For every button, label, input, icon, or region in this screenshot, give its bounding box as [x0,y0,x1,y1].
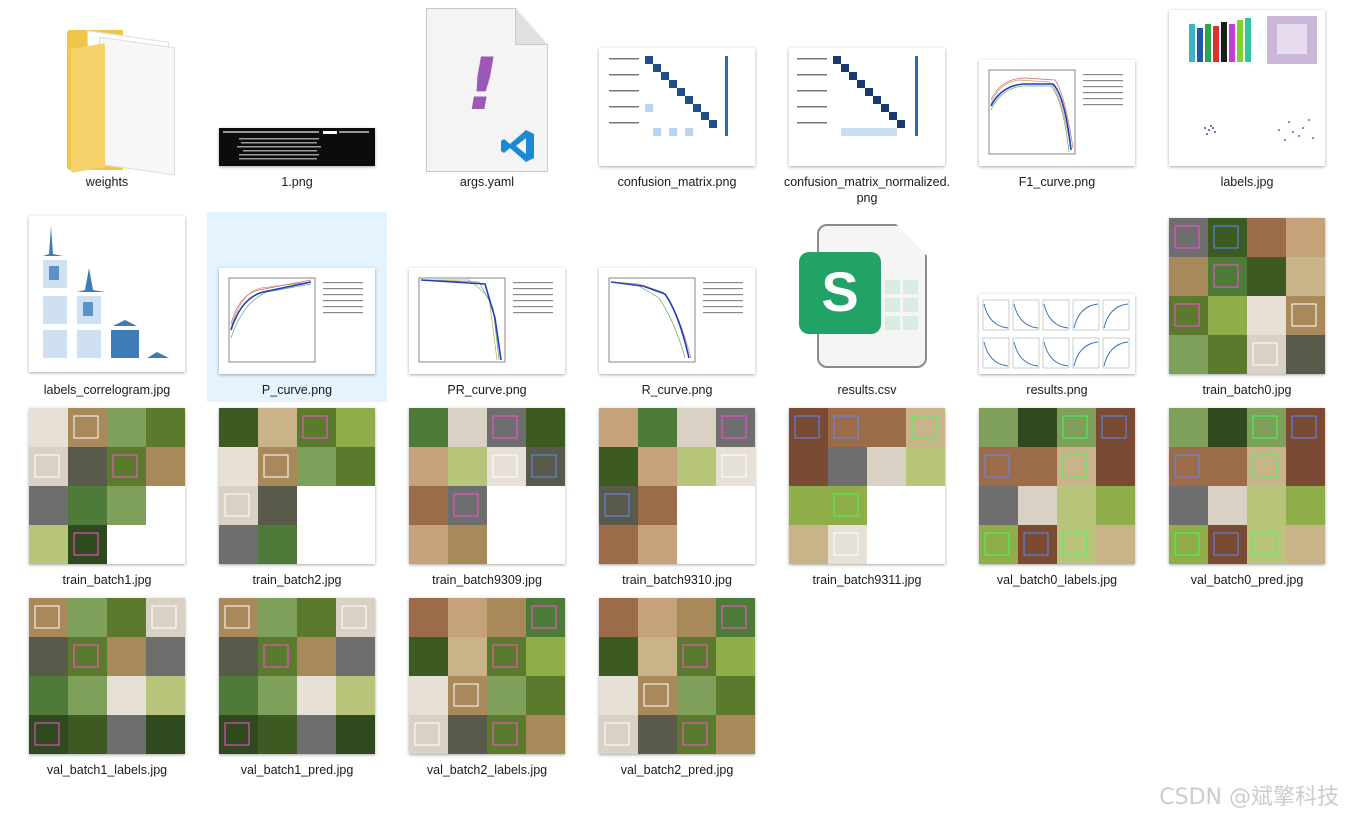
mosaic-thumbnail [1169,218,1325,374]
file-item-p-curve[interactable]: P_curve.png [207,212,387,402]
mosaic-thumbnail [1169,408,1325,564]
file-item-r-curve[interactable]: R_curve.png [587,212,767,402]
file-name: train_batch9311.jpg [812,573,922,587]
mosaic-thumbnail [599,408,755,564]
file-item-val-batch1-labels[interactable]: val_batch1_labels.jpg [17,592,197,782]
file-item-train-batch2[interactable]: train_batch2.jpg [207,402,387,592]
spreadsheet-file-icon: S [799,224,929,368]
file-name: args.yaml [459,175,515,189]
file-item-results-png[interactable]: results.png [967,212,1147,402]
file-item-train-batch1[interactable]: train_batch1.jpg [17,402,197,592]
file-item-f1-curve[interactable]: F1_curve.png [967,4,1147,194]
results-thumbnail [979,294,1135,374]
labels-correlogram-thumbnail [29,216,185,372]
mosaic-thumbnail [219,598,375,754]
file-item-val-batch1-pred[interactable]: val_batch1_pred.jpg [207,592,387,782]
file-item-pr-curve[interactable]: PR_curve.png [397,212,577,402]
file-name: weights [85,175,129,189]
file-item-confusion-matrix-normalized[interactable]: confusion_matrix_normalized.png [777,4,957,205]
folder-icon [65,22,177,176]
file-name: PR_curve.png [447,383,527,397]
p-curve-thumbnail [219,268,375,374]
mosaic-thumbnail [979,408,1135,564]
file-item-confusion-matrix[interactable]: confusion_matrix.png [587,4,767,194]
file-item-val-batch0-pred[interactable]: val_batch0_pred.jpg [1157,402,1337,592]
confusion-matrix-normalized-thumbnail [789,48,945,166]
pr-curve-thumbnail [409,268,565,374]
file-name: F1_curve.png [1018,175,1096,189]
file-name: train_batch0.jpg [1202,383,1292,397]
file-name: confusion_matrix.png [617,175,737,189]
mosaic-thumbnail [599,598,755,754]
file-name: val_batch2_pred.jpg [620,763,734,777]
r-curve-thumbnail [599,268,755,374]
watermark: CSDN @斌擎科技 [1159,785,1339,810]
file-item-labels-correlogram[interactable]: labels_correlogram.jpg [17,212,197,402]
mosaic-thumbnail [29,598,185,754]
file-name: val_batch2_labels.jpg [426,763,548,777]
file-name: val_batch1_pred.jpg [240,763,354,777]
file-name: confusion_matrix_normalized.png [783,175,951,205]
mosaic-thumbnail [219,408,375,564]
mosaic-thumbnail [409,598,565,754]
file-name: train_batch9310.jpg [622,573,732,587]
file-item-val-batch2-pred[interactable]: val_batch2_pred.jpg [587,592,767,782]
file-item-weights[interactable]: weights [17,4,197,194]
file-name: labels.jpg [1220,175,1274,189]
yaml-file-icon: ! [426,8,548,172]
file-name: results.png [1026,383,1088,397]
f1-curve-thumbnail [979,60,1135,166]
file-item-train-batch9310[interactable]: train_batch9310.jpg [587,402,767,592]
file-item-val-batch2-labels[interactable]: val_batch2_labels.jpg [397,592,577,782]
file-name: val_batch0_labels.jpg [996,573,1118,587]
vscode-icon [501,130,534,162]
file-name: P_curve.png [261,383,333,397]
mosaic-thumbnail [789,408,945,564]
file-item-train-batch0[interactable]: train_batch0.jpg [1157,212,1337,402]
file-item-args-yaml[interactable]: ! args.yaml [397,4,577,194]
mosaic-thumbnail [29,408,185,564]
file-item-labels[interactable]: labels.jpg [1157,4,1337,194]
file-item-1-png[interactable]: 1.png [207,4,387,194]
labels-thumbnail [1169,10,1325,166]
file-grid: weights 1.png ! args.yaml confusion_matr… [0,0,1345,819]
file-item-results-csv[interactable]: S results.csv [777,212,957,402]
file-name: train_batch9309.jpg [432,573,542,587]
file-name: val_batch0_pred.jpg [1190,573,1304,587]
terminal-thumbnail [219,128,375,166]
file-item-train-batch9309[interactable]: train_batch9309.jpg [397,402,577,592]
file-name: train_batch2.jpg [252,573,342,587]
file-name: 1.png [281,175,313,189]
file-name: val_batch1_labels.jpg [46,763,168,777]
file-name: labels_correlogram.jpg [43,383,171,397]
file-name: results.csv [837,383,897,397]
file-name: R_curve.png [641,383,713,397]
file-item-val-batch0-labels[interactable]: val_batch0_labels.jpg [967,402,1147,592]
file-item-train-batch9311[interactable]: train_batch9311.jpg [777,402,957,592]
mosaic-thumbnail [409,408,565,564]
confusion-matrix-thumbnail [599,48,755,166]
file-name: train_batch1.jpg [62,573,152,587]
